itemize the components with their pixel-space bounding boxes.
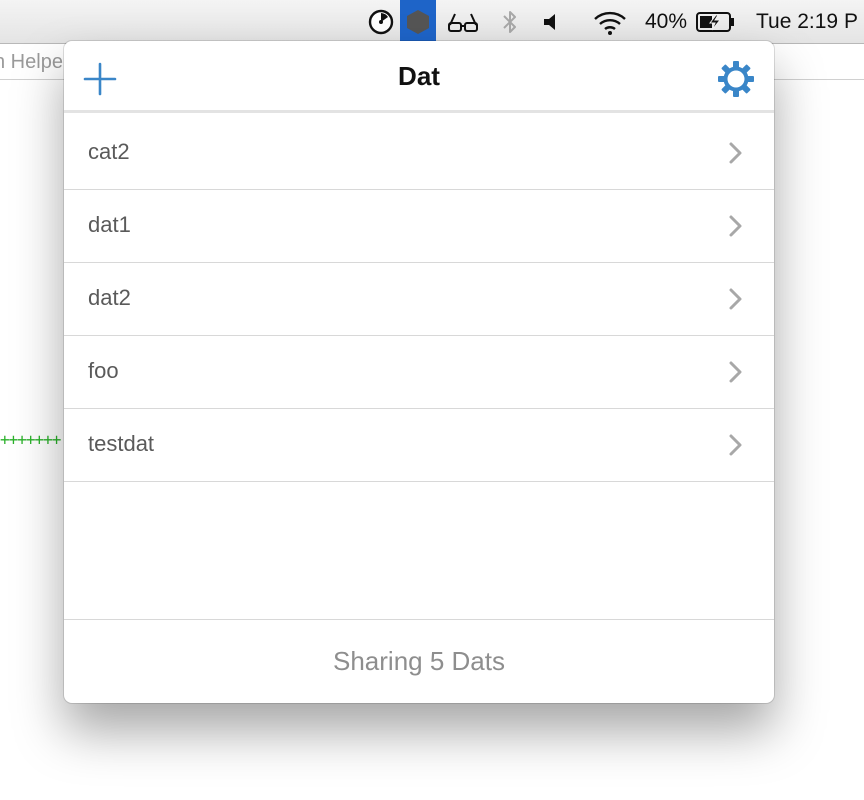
dat-popover: Dat cat2 dat1 dat2 foo testdat Sharing 5… — [64, 41, 774, 703]
dat-app-icon[interactable] — [400, 0, 436, 44]
wifi-icon[interactable] — [590, 0, 630, 44]
chevron-right-icon — [729, 215, 742, 237]
list-item-label: dat2 — [88, 285, 131, 310]
list-item-label: testdat — [88, 431, 155, 456]
list-item[interactable]: dat1 — [64, 190, 774, 263]
bluetooth-icon[interactable] — [498, 0, 522, 44]
list-item[interactable]: testdat — [64, 409, 774, 482]
chevron-right-icon — [729, 288, 742, 310]
chevron-right-icon — [729, 142, 742, 164]
popover-footer: Sharing 5 Dats — [64, 619, 774, 703]
list-item[interactable]: dat2 — [64, 263, 774, 336]
battery-charging-icon[interactable] — [694, 0, 738, 44]
list-item-label: dat1 — [88, 212, 131, 237]
background-terminal-output: +++++++ — [0, 430, 61, 449]
chevron-right-icon — [729, 434, 742, 456]
gear-icon — [718, 61, 754, 97]
menu-bar: 40% Tue 2:19 P — [0, 0, 864, 44]
glasses-icon[interactable] — [446, 0, 480, 44]
popover-header: Dat — [64, 41, 774, 113]
background-window-title: n Helpe — [0, 51, 63, 73]
list-item-label: foo — [88, 358, 119, 383]
popover-title: Dat — [398, 61, 440, 91]
list-item[interactable]: foo — [64, 336, 774, 409]
battery-percent[interactable]: 40% — [642, 0, 690, 44]
volume-icon[interactable] — [540, 0, 564, 44]
menubar-clock[interactable]: Tue 2:19 P — [756, 0, 864, 44]
chevron-right-icon — [729, 361, 742, 383]
sharing-status: Sharing 5 Dats — [333, 646, 505, 676]
list-item-label: cat2 — [88, 139, 130, 164]
settings-button[interactable] — [717, 60, 755, 98]
timer-icon[interactable] — [366, 0, 396, 44]
dat-list: cat2 dat1 dat2 foo testdat — [64, 117, 774, 482]
list-item[interactable]: cat2 — [64, 117, 774, 190]
